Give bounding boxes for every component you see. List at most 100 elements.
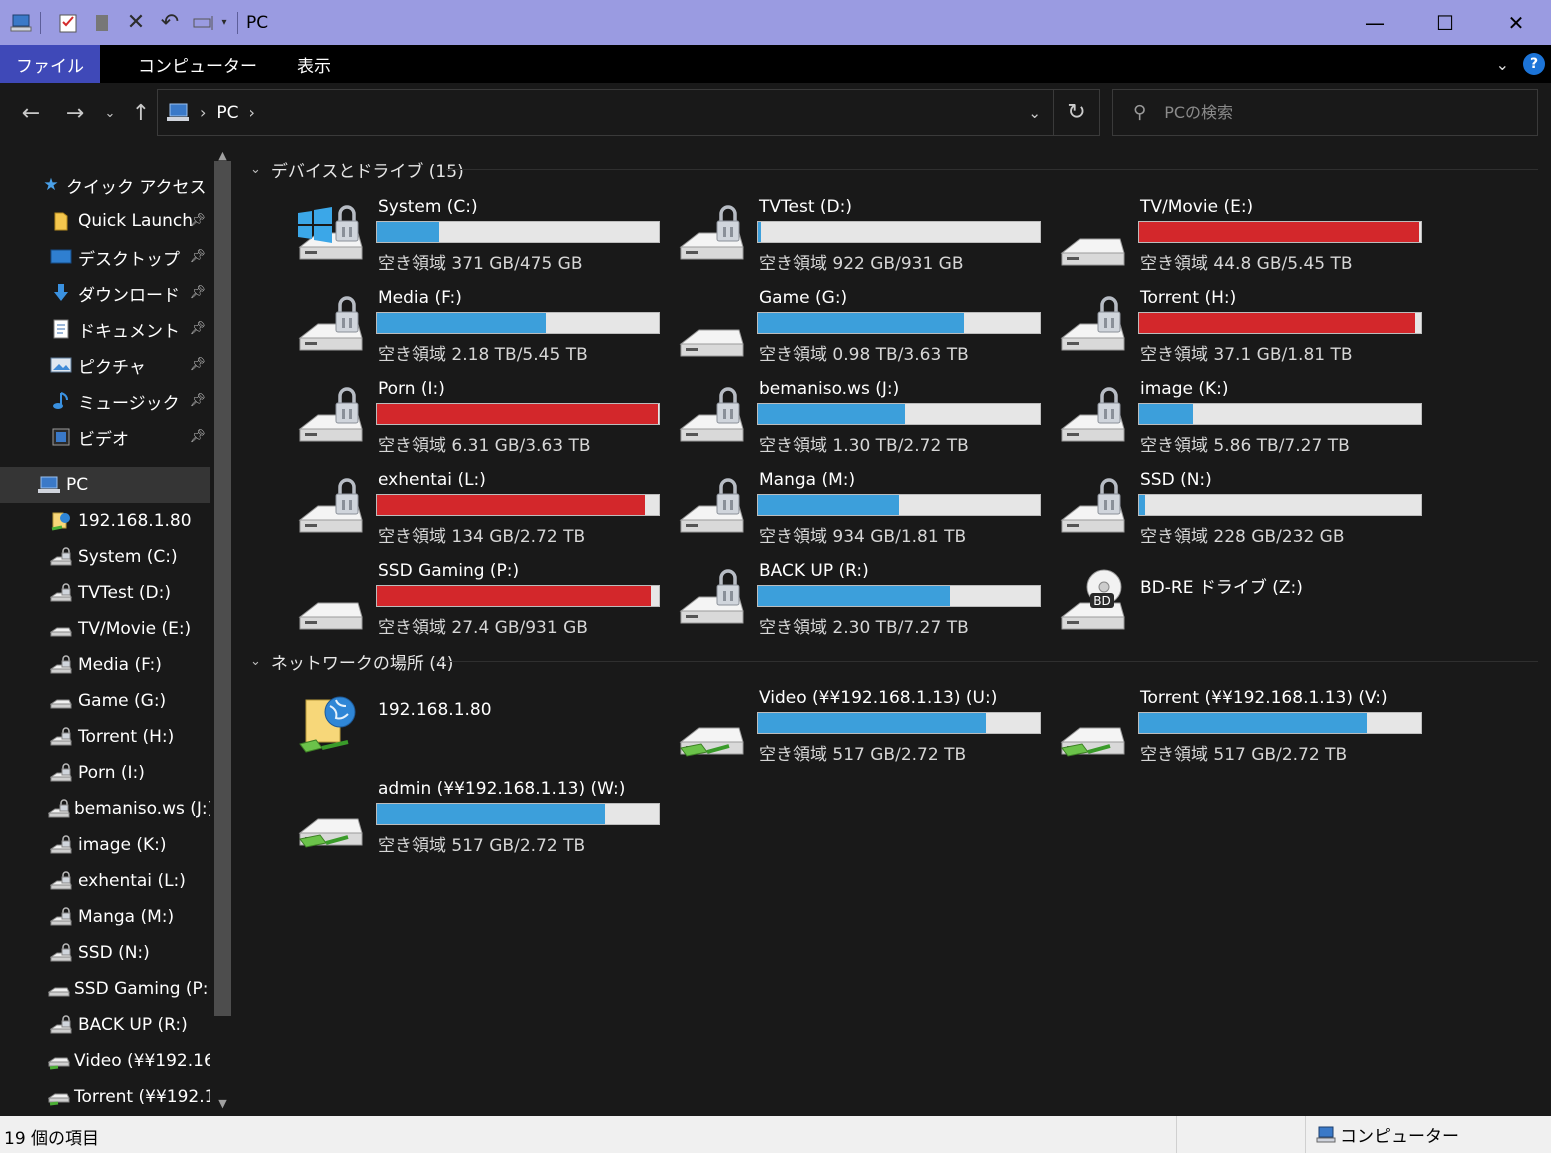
drive-lock-icon [48, 907, 74, 927]
address-row: ← → ⌄ ↑ › PC › ⌄ ↻ ⚲ [0, 83, 1551, 143]
nav-drive-item[interactable]: image (K:) [0, 827, 210, 863]
drive-tile[interactable]: Game (G:) 空き領域 0.98 TB/3.63 TB [647, 286, 1041, 366]
group-header-devices[interactable]: ⌄ デバイスとドライブ (15) [250, 156, 464, 182]
expand-ribbon-chevron-down-icon[interactable]: ⌄ [1496, 55, 1509, 74]
customize-qat-chevron-down-icon[interactable]: ▾ [217, 10, 231, 36]
drive-tile[interactable]: Media (F:) 空き領域 2.18 TB/5.45 TB [266, 286, 660, 366]
close-button[interactable]: ✕ [1481, 0, 1551, 45]
nav-pc[interactable]: PC [0, 467, 210, 503]
undo-icon[interactable]: ↶ [157, 10, 183, 36]
nav-pinned-item[interactable]: ダウンロード 📌︎ [0, 275, 210, 311]
nav-drive-item[interactable]: SSD Gaming (P:) [0, 971, 210, 1007]
nav-drive-item[interactable]: TV/Movie (E:) [0, 611, 210, 647]
properties-icon[interactable] [55, 10, 81, 36]
pin-icon[interactable]: 📌︎ [189, 285, 206, 300]
nav-pinned-item[interactable]: ドキュメント 📌︎ [0, 311, 210, 347]
drive-tile[interactable]: System (C:) 空き領域 371 GB/475 GB [266, 195, 660, 275]
new-folder-icon[interactable] [89, 10, 115, 36]
scroll-down-arrow-icon[interactable]: ▼ [214, 1095, 231, 1111]
group-header-network[interactable]: ⌄ ネットワークの場所 (4) [250, 648, 453, 674]
tab-computer[interactable]: コンピューター [100, 45, 277, 83]
search-box[interactable]: ⚲ [1112, 89, 1538, 136]
drive-tile[interactable]: 192.168.1.80 [266, 686, 636, 766]
nav-scrollbar-thumb[interactable] [214, 161, 231, 1016]
nav-quick-access[interactable]: ★ クイック アクセス [0, 167, 210, 203]
drive-tile[interactable]: SSD Gaming (P:) 空き領域 27.4 GB/931 GB [266, 559, 660, 639]
drive-tile[interactable]: BACK UP (R:) 空き領域 2.30 TB/7.27 TB [647, 559, 1041, 639]
drive-icon [1058, 203, 1128, 267]
drive-tile[interactable]: TV/Movie (E:) 空き領域 44.8 GB/5.45 TB [1028, 195, 1422, 275]
pin-icon[interactable]: 📌︎ [189, 321, 206, 336]
pin-icon[interactable]: 📌︎ [189, 249, 206, 264]
breadcrumb-chevron-icon[interactable]: › [200, 103, 206, 122]
nav-drive-item[interactable]: Torrent (¥¥192.1( [0, 1079, 210, 1115]
breadcrumb-chevron-icon[interactable]: › [249, 103, 255, 122]
nav-drive-item[interactable]: Game (G:) [0, 683, 210, 719]
drive-icon [48, 980, 70, 998]
drive-tile[interactable]: Torrent (H:) 空き領域 37.1 GB/1.81 TB [1028, 286, 1422, 366]
nav-drive-item[interactable]: Torrent (H:) [0, 719, 210, 755]
nav-pinned-item[interactable]: ピクチャ 📌︎ [0, 347, 210, 383]
drive-tile[interactable]: SSD (N:) 空き領域 228 GB/232 GB [1028, 468, 1422, 548]
nav-drive-item[interactable]: bemaniso.ws (J:) [0, 791, 210, 827]
nav-pinned-item[interactable]: ビデオ 📌︎ [0, 419, 210, 455]
drive-tile[interactable]: image (K:) 空き領域 5.86 TB/7.27 TB [1028, 377, 1422, 457]
rename-icon[interactable] [191, 10, 217, 36]
address-history-chevron-down-icon[interactable]: ⌄ [1028, 90, 1041, 135]
breadcrumb-pc[interactable]: PC [216, 103, 238, 123]
forward-arrow-icon[interactable]: → [60, 97, 90, 129]
maximize-button[interactable]: ☐ [1410, 0, 1480, 45]
nav-drive-item[interactable]: Manga (M:) [0, 899, 210, 935]
nav-drive-item[interactable]: SSD (N:) [0, 935, 210, 971]
nav-drive-item[interactable]: exhentai (L:) [0, 863, 210, 899]
nav-drive-item[interactable]: System (C:) [0, 539, 210, 575]
nav-pinned-item[interactable]: Quick Launch 📌︎ [0, 203, 210, 239]
help-icon[interactable]: ? [1523, 53, 1545, 75]
delete-icon[interactable]: ✕ [123, 10, 149, 36]
drive-tile[interactable]: Video (¥¥192.168.1.13) (U:) 空き領域 517 GB/2… [647, 686, 1041, 766]
drive-tile[interactable]: admin (¥¥192.168.1.13) (W:) 空き領域 517 GB/2… [266, 777, 660, 857]
drive-tile[interactable]: Porn (I:) 空き領域 6.31 GB/3.63 TB [266, 377, 660, 457]
drive-usage-fill [758, 404, 905, 424]
drive-name: exhentai (L:) [378, 470, 486, 490]
drive-free-space: 空き領域 44.8 GB/5.45 TB [1140, 254, 1353, 274]
minimize-button[interactable]: — [1340, 0, 1410, 45]
nav-scrollbar[interactable]: ▲ ▼ [210, 143, 236, 1116]
nav-pinned-item[interactable]: デスクトップ 📌︎ [0, 239, 210, 275]
nav-drive-item[interactable]: Porn (I:) [0, 755, 210, 791]
search-input[interactable] [1162, 102, 1503, 123]
drive-free-space: 空き領域 934 GB/1.81 TB [759, 527, 967, 547]
pin-icon[interactable]: 📌︎ [189, 429, 206, 444]
tab-file[interactable]: ファイル [0, 45, 100, 83]
tab-view[interactable]: 表示 [277, 45, 351, 83]
drive-tile[interactable]: BD BD-RE ドライブ (Z:) [1028, 559, 1398, 639]
refresh-icon[interactable]: ↻ [1053, 90, 1099, 135]
drive-tile[interactable]: exhentai (L:) 空き領域 134 GB/2.72 TB [266, 468, 660, 548]
network-drive-icon [48, 1088, 70, 1106]
nav-drive-item[interactable]: BACK UP (R:) [0, 1007, 210, 1043]
pin-icon[interactable]: 📌︎ [189, 357, 206, 372]
collapse-chevron-icon[interactable]: ⌄ [250, 654, 261, 669]
network-drive-icon [48, 1052, 70, 1070]
nav-drive-item[interactable]: Media (F:) [0, 647, 210, 683]
pin-icon[interactable]: 📌︎ [189, 213, 206, 228]
drive-usage-fill [1139, 313, 1416, 333]
back-arrow-icon[interactable]: ← [16, 97, 46, 129]
recent-locations-chevron-down-icon[interactable]: ⌄ [100, 97, 120, 129]
nav-drive-item[interactable]: Video (¥¥192.16 [0, 1043, 210, 1079]
drive-tile[interactable]: TVTest (D:) 空き領域 922 GB/931 GB [647, 195, 1041, 275]
drive-name: Manga (M:) [759, 470, 856, 490]
drive-tile[interactable]: Manga (M:) 空き領域 934 GB/1.81 TB [647, 468, 1041, 548]
collapse-chevron-icon[interactable]: ⌄ [250, 162, 261, 177]
nav-drive-item[interactable]: TVTest (D:) [0, 575, 210, 611]
drive-tile[interactable]: bemaniso.ws (J:) 空き領域 1.30 TB/2.72 TB [647, 377, 1041, 457]
pin-icon[interactable]: 📌︎ [189, 393, 206, 408]
nav-pinned-item[interactable]: ミュージック 📌︎ [0, 383, 210, 419]
drive-usage-fill [758, 313, 964, 333]
up-arrow-icon[interactable]: ↑ [126, 97, 156, 129]
nav-drive-item[interactable]: 192.168.1.80 [0, 503, 210, 539]
drive-tile[interactable]: Torrent (¥¥192.168.1.13) (V:) 空き領域 517 GB… [1028, 686, 1422, 766]
address-bar[interactable]: › PC › ⌄ ↻ [157, 89, 1100, 136]
pc-app-icon[interactable] [8, 10, 34, 36]
drive-usage-bar [1138, 221, 1422, 243]
